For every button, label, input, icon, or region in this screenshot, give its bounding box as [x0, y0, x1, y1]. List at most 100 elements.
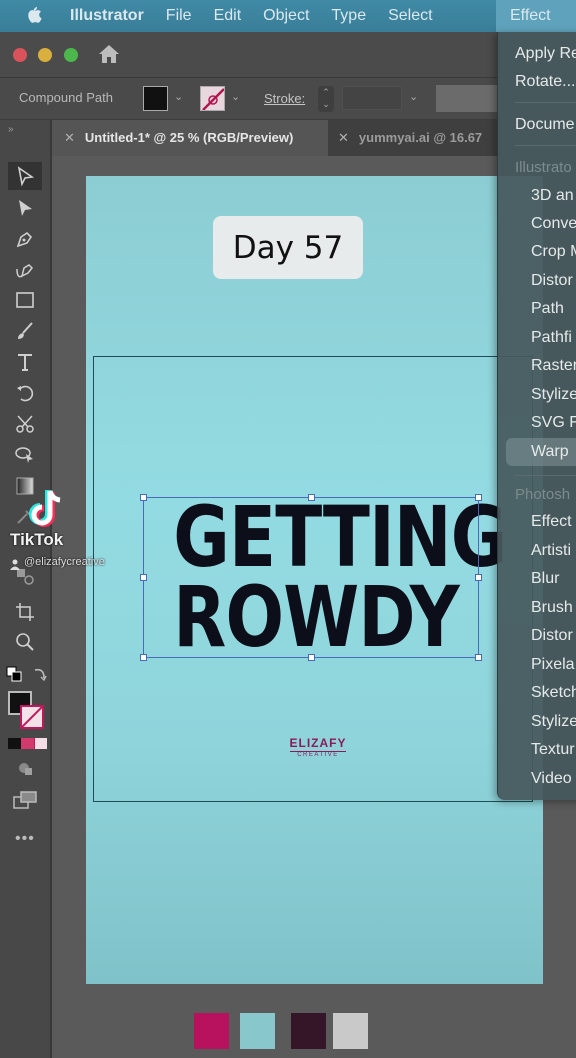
menu-item-texture[interactable]: Textur: [498, 736, 576, 764]
rotate-tool[interactable]: [8, 379, 42, 407]
menu-item-crop-marks[interactable]: Crop M: [498, 238, 576, 266]
window-titlebar: [0, 32, 500, 78]
curvature-pen-icon: [16, 264, 34, 278]
stroke-weight-input[interactable]: [342, 86, 402, 110]
close-tab-icon[interactable]: ✕: [338, 130, 349, 145]
stroke-weight-chevron-icon[interactable]: ⌄: [409, 90, 418, 103]
window-minimize-button[interactable]: [38, 48, 52, 62]
menu-item-effect-gallery[interactable]: Effect: [498, 508, 576, 536]
menu-item-distort-transform[interactable]: Distor: [498, 267, 576, 295]
logo-name: ELIZAFY: [289, 736, 347, 750]
rectangle-icon: [16, 292, 34, 308]
elizafy-logo: ELIZAFY CREATIVE: [280, 728, 356, 762]
menu-item-warp[interactable]: Warp: [506, 438, 576, 466]
artboard-tool[interactable]: [8, 598, 42, 626]
shape-builder-tool[interactable]: [8, 440, 42, 468]
rotate-icon: [17, 385, 34, 402]
zoom-tool[interactable]: [8, 628, 42, 656]
selection-tool[interactable]: [8, 162, 42, 190]
tab-untitled-1[interactable]: ✕ Untitled-1* @ 25 % (RGB/Preview): [52, 120, 328, 156]
menu-item-artistic[interactable]: Artisti: [498, 537, 576, 565]
headline-compound-path[interactable]: GETTING ROWDY: [143, 488, 507, 659]
pen-icon: [16, 231, 33, 248]
stroke-dropdown-chevron-icon[interactable]: ⌄: [231, 90, 240, 103]
more-tools-button[interactable]: •••: [15, 830, 35, 848]
menu-item-distort[interactable]: Distor: [498, 622, 576, 650]
toolbar-stroke-swatch[interactable]: [20, 705, 44, 729]
menu-item-pathfinder[interactable]: Pathfi: [498, 324, 576, 352]
screen: Illustrator File Edit Object Type Select…: [0, 0, 576, 1058]
home-icon[interactable]: [97, 43, 121, 65]
palette-swatch-light-gray[interactable]: [333, 1013, 368, 1049]
type-tool[interactable]: [8, 348, 42, 376]
stroke-label[interactable]: Stroke:: [264, 91, 305, 106]
pen-tool[interactable]: [8, 225, 42, 253]
apple-icon[interactable]: [26, 5, 48, 28]
menu-item-brush-strokes[interactable]: Brush: [498, 594, 576, 622]
menu-item-3d[interactable]: 3D an: [498, 182, 576, 210]
menu-item-rotate[interactable]: Rotate...: [498, 68, 576, 96]
palette-swatch-magenta[interactable]: [194, 1013, 229, 1049]
panel-collapse-icon[interactable]: »: [8, 124, 14, 135]
screen-mode-icon[interactable]: [12, 790, 38, 810]
day-badge: Day 57: [213, 216, 363, 279]
menu-illustrator[interactable]: Illustrator: [48, 0, 155, 32]
palette-swatch-dark-plum[interactable]: [291, 1013, 326, 1049]
menu-item-svg-filters[interactable]: SVG F: [498, 409, 576, 437]
stroke-color-swatch[interactable]: [200, 86, 225, 111]
control-bar: Compound Path ⌄ ⌄ Stroke: ⌃ ⌄ ⌄: [0, 78, 500, 120]
tiktok-watermark: TikTok @elizafycreative: [10, 487, 140, 577]
menu-type[interactable]: Type: [320, 0, 377, 32]
headline-line-1: GETTING: [173, 488, 507, 586]
palette-swatch-light-teal[interactable]: [240, 1013, 275, 1049]
curvature-tool[interactable]: [8, 256, 42, 284]
menu-file[interactable]: File: [155, 0, 203, 32]
menu-separator: [515, 475, 576, 476]
close-tab-icon[interactable]: ✕: [64, 130, 75, 145]
fill-dropdown-chevron-icon[interactable]: ⌄: [174, 90, 183, 103]
window-close-button[interactable]: [13, 48, 27, 62]
draw-mode-icon[interactable]: [16, 760, 36, 778]
variable-width-profile[interactable]: [436, 85, 500, 112]
gradient-mode-button[interactable]: [21, 738, 34, 749]
scissors-tool[interactable]: [8, 410, 42, 438]
menu-item-stylize[interactable]: Stylize: [498, 381, 576, 409]
menu-item-video[interactable]: Video: [498, 765, 576, 793]
direct-selection-icon: [19, 200, 32, 216]
tab-label: yummyai.ai @ 16.67: [358, 130, 483, 145]
menu-effect[interactable]: Effect: [496, 0, 576, 32]
tab-label: Untitled-1* @ 25 % (RGB/Preview): [84, 130, 294, 145]
menu-object[interactable]: Object: [252, 0, 320, 32]
menu-item-sketch[interactable]: Sketch: [498, 679, 576, 707]
menu-item-path[interactable]: Path: [498, 295, 576, 323]
type-icon: [18, 354, 32, 371]
rectangle-tool[interactable]: [8, 286, 42, 314]
tools-panel: » •••: [0, 120, 52, 1058]
menu-edit[interactable]: Edit: [203, 0, 253, 32]
menu-select[interactable]: Select: [377, 0, 443, 32]
direct-selection-tool[interactable]: [8, 194, 42, 222]
artboard-icon: [16, 603, 34, 621]
menu-item-apply-last-effect[interactable]: Apply Re: [498, 40, 576, 68]
selection-type-label: Compound Path: [19, 90, 113, 105]
menu-item-pixelate[interactable]: Pixela: [498, 651, 576, 679]
tiktok-logo-icon: [28, 487, 68, 529]
stroke-weight-stepper[interactable]: ⌃ ⌄: [318, 86, 334, 112]
swap-fill-stroke-icon[interactable]: [32, 666, 48, 682]
menu-separator: [515, 102, 576, 103]
menu-item-blur[interactable]: Blur: [498, 565, 576, 593]
selection-arrow-icon: [17, 166, 35, 187]
tiktok-handle: @elizafycreative: [24, 556, 105, 568]
color-mode-button[interactable]: [8, 738, 21, 749]
paintbrush-tool[interactable]: [8, 317, 42, 345]
tab-yummyai[interactable]: ✕ yummyai.ai @ 16.67: [332, 120, 512, 156]
window-zoom-button[interactable]: [64, 48, 78, 62]
menu-item-rasterize[interactable]: Raster: [498, 352, 576, 380]
fill-color-swatch[interactable]: [143, 86, 168, 111]
menu-item-convert-to-shape[interactable]: Conve: [498, 210, 576, 238]
default-fill-stroke-icon[interactable]: [6, 666, 22, 682]
none-mode-button[interactable]: [34, 738, 47, 749]
menu-item-document-raster-effects[interactable]: Docume: [498, 111, 576, 139]
menu-item-stylize-ps[interactable]: Stylize: [498, 708, 576, 736]
logo-subtitle: CREATIVE: [290, 751, 346, 758]
